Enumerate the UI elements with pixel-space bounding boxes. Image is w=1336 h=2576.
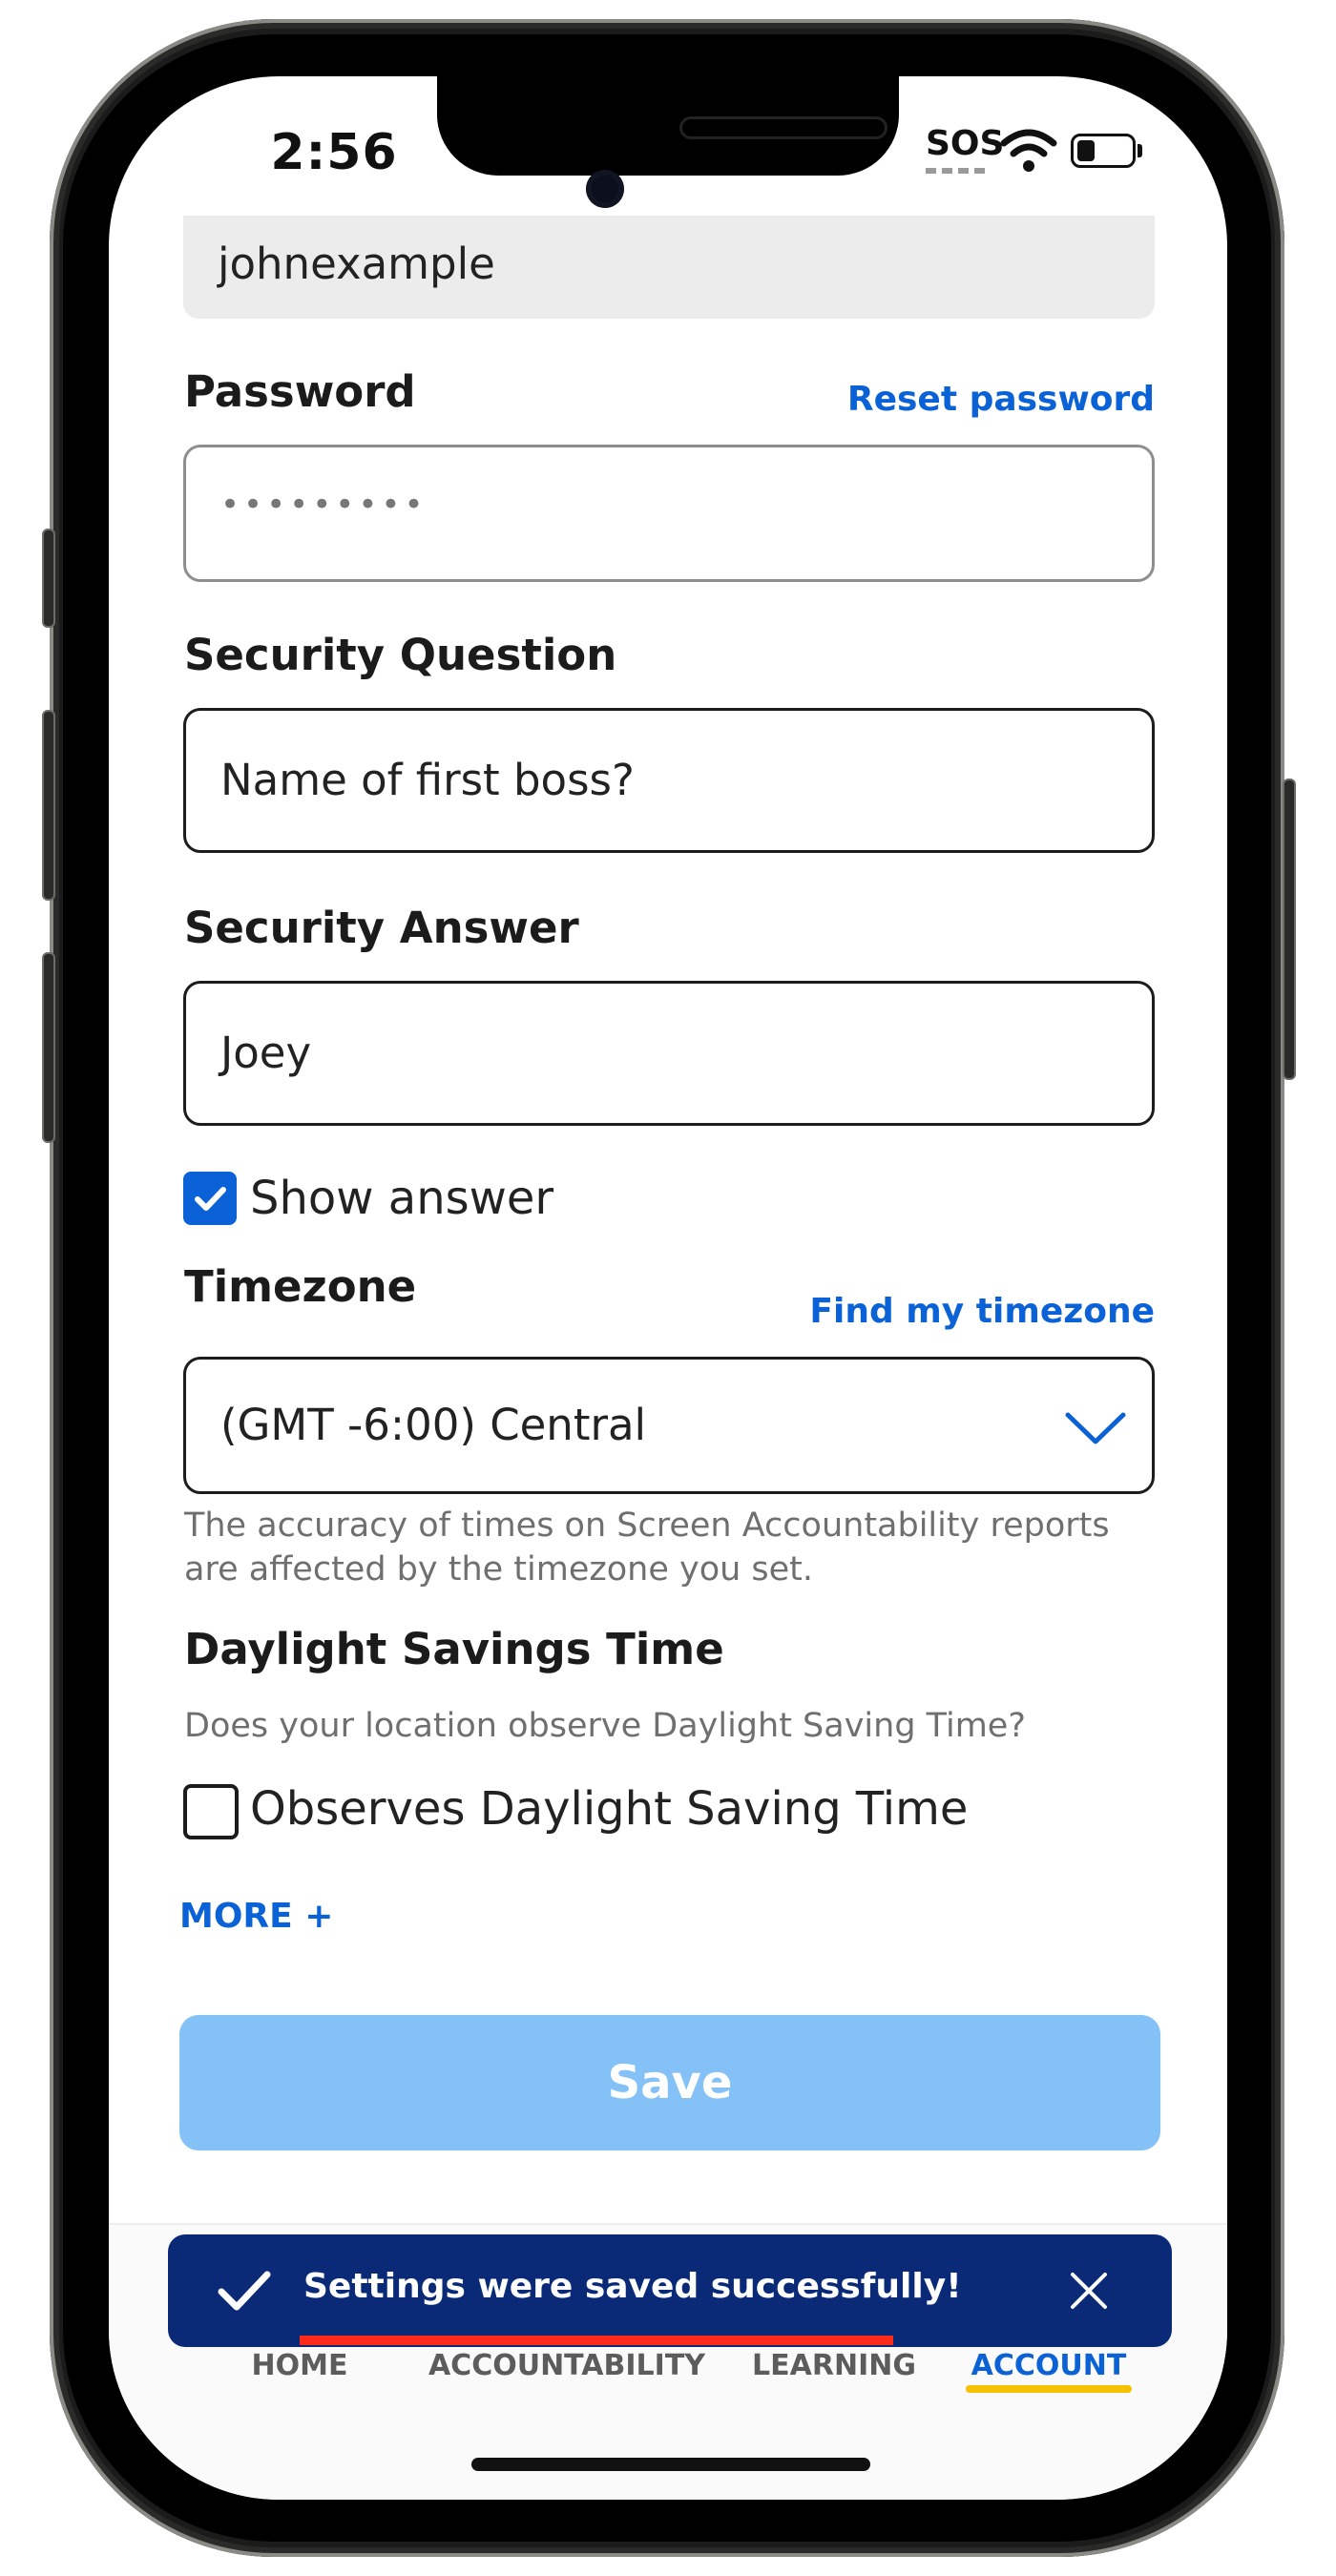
sos-indicator: SOS (926, 124, 1005, 163)
success-toast: Settings were saved successfully! (168, 2234, 1172, 2347)
status-time: 2:56 (270, 124, 398, 181)
dst-question: Does your location observe Daylight Savi… (184, 1707, 1026, 1745)
battery-icon (1071, 134, 1136, 168)
security-question-label: Security Question (184, 630, 617, 680)
reset-password-link[interactable]: Reset password (847, 380, 1155, 419)
close-icon[interactable] (1065, 2267, 1113, 2315)
speaker-grille (679, 116, 887, 139)
more-link[interactable]: MORE + (179, 1897, 333, 1936)
power-button (1283, 779, 1296, 1080)
tab-learning[interactable]: LEARNING (720, 2349, 949, 2382)
show-answer-label[interactable]: Show answer (250, 1172, 553, 1225)
wifi-icon (1000, 129, 1057, 172)
timezone-label: Timezone (184, 1261, 417, 1312)
timezone-select[interactable]: (GMT -6:00) Central (183, 1357, 1155, 1494)
password-masked-value: ••••••••• (220, 486, 428, 524)
home-indicator[interactable] (471, 2458, 870, 2471)
toast-highlight-underline (300, 2336, 893, 2345)
observes-dst-checkbox[interactable] (183, 1784, 239, 1839)
volume-down-button (42, 952, 55, 1143)
security-question-value: Name of first boss? (220, 755, 635, 805)
observes-dst-label[interactable]: Observes Daylight Saving Time (250, 1782, 968, 1836)
front-camera (586, 170, 624, 208)
toast-message: Settings were saved successfully! (303, 2267, 962, 2306)
username-field[interactable]: johnexample (183, 216, 1155, 319)
save-button[interactable]: Save (179, 2015, 1160, 2150)
tab-account[interactable]: ACCOUNT (958, 2349, 1139, 2382)
signal-dots (926, 168, 985, 174)
check-icon (218, 2271, 271, 2311)
username-value: johnexample (218, 239, 495, 289)
account-settings-page: johnexample Password Reset password ••••… (109, 76, 1227, 2500)
timezone-selected-value: (GMT -6:00) Central (220, 1400, 647, 1450)
security-answer-value: Joey (220, 1028, 312, 1078)
tab-home[interactable]: HOME (214, 2349, 386, 2382)
checkmark-icon (195, 1187, 226, 1211)
volume-up-button (42, 710, 55, 901)
action-button (42, 529, 55, 628)
tab-accountability[interactable]: ACCOUNTABILITY (405, 2349, 729, 2382)
battery-tip (1138, 144, 1142, 157)
timezone-helper-text: The accuracy of times on Screen Accounta… (184, 1506, 1110, 1589)
chevron-down-icon (1065, 1412, 1126, 1444)
password-label: Password (184, 366, 416, 417)
password-field[interactable]: ••••••••• (183, 445, 1155, 582)
security-question-field[interactable]: Name of first boss? (183, 708, 1155, 853)
phone-screen: johnexample Password Reset password ••••… (109, 76, 1227, 2500)
find-my-timezone-link[interactable]: Find my timezone (809, 1292, 1155, 1331)
show-answer-checkbox[interactable] (183, 1172, 237, 1225)
security-answer-field[interactable]: Joey (183, 981, 1155, 1126)
dst-title: Daylight Savings Time (184, 1624, 724, 1674)
security-answer-label: Security Answer (184, 903, 579, 953)
active-tab-indicator (966, 2385, 1132, 2393)
